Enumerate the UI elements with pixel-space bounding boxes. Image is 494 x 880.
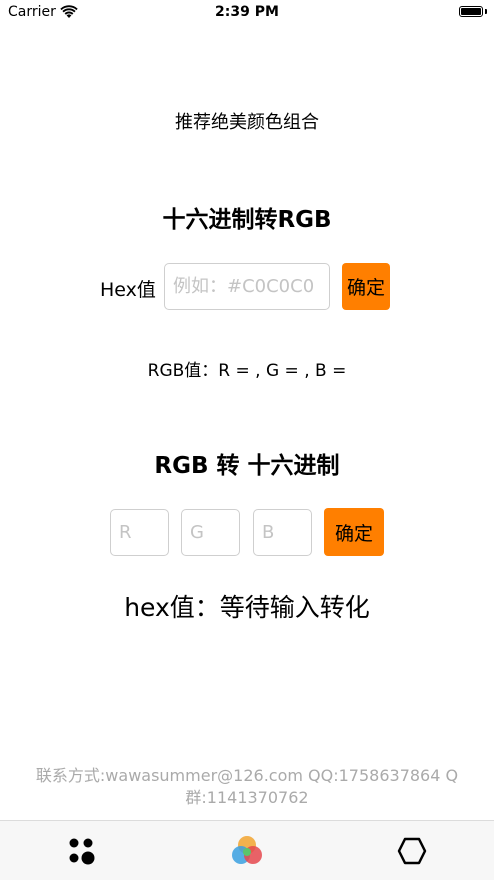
hex-confirm-button[interactable]: 确定 <box>342 263 390 310</box>
g-input[interactable] <box>181 509 240 556</box>
battery-cap <box>485 9 487 14</box>
rgb-confirm-button[interactable]: 确定 <box>324 508 384 556</box>
screen: Carrier 2:39 PM 推荐绝美颜色组合 十六进制转RGB Hex值 确… <box>0 0 494 880</box>
contact-info: 联系方式:wawasummer@126.com QQ:1758637864 Q群… <box>35 766 459 807</box>
recommend-colors-link[interactable]: 推荐绝美颜色组合 <box>0 108 494 134</box>
hex-result-text: hex值：等待输入转化 <box>124 593 370 622</box>
hex-input[interactable] <box>164 263 330 310</box>
hex-to-rgb-title: 十六进制转RGB <box>162 207 332 233</box>
battery-icon <box>459 6 483 17</box>
hex-label: Hex值 <box>100 279 156 301</box>
rgb-to-hex-title: RGB 转 十六进制 <box>154 453 340 479</box>
color-circles-icon <box>232 836 262 864</box>
battery-level <box>461 8 481 15</box>
rgb-result-text: RGB值：R = , G = , B = <box>147 361 347 381</box>
tab-dots[interactable] <box>0 821 164 880</box>
tab-bar <box>0 820 494 880</box>
dots-icon <box>69 838 95 865</box>
tab-colors[interactable] <box>165 821 329 880</box>
status-bar: Carrier 2:39 PM <box>0 0 494 26</box>
clock: 2:39 PM <box>215 4 279 20</box>
tab-hexagon[interactable] <box>330 821 494 880</box>
b-input[interactable] <box>253 509 312 556</box>
hexagon-icon <box>397 837 427 865</box>
r-input[interactable] <box>110 509 169 556</box>
